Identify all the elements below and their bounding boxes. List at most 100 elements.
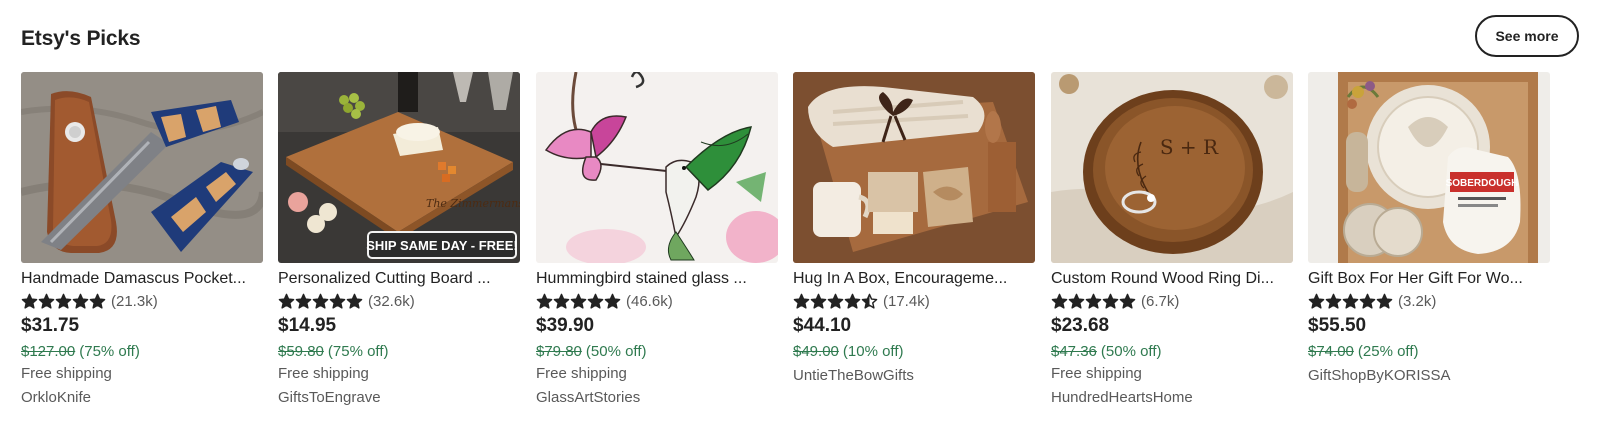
- gift-box-sourdough-image[interactable]: SOBERDOUGH: [1308, 72, 1550, 263]
- shop-name[interactable]: UntieTheBowGifts: [793, 366, 914, 386]
- discount-label: (50% off): [1100, 343, 1162, 360]
- sale-price: $23.68: [1051, 315, 1110, 336]
- review-count: (17.4k): [883, 292, 930, 310]
- shipping-label: Free shipping: [536, 365, 627, 382]
- star-full-icon: [827, 293, 844, 309]
- hummingbird-suncatcher-image[interactable]: [536, 72, 778, 263]
- product-title[interactable]: Hummingbird stained glass ...: [536, 269, 778, 289]
- star-rating: [536, 293, 621, 310]
- star-full-icon: [1068, 293, 1085, 309]
- shop-name[interactable]: GiftsToEngrave: [278, 388, 381, 408]
- original-price-row: $127.00 (75% off): [21, 342, 140, 362]
- star-full-icon: [1085, 293, 1102, 309]
- star-full-icon: [1376, 293, 1393, 309]
- discount-label: (25% off): [1357, 343, 1419, 360]
- product-grid: Handmade Damascus Pocket... (21.3k) $31.…: [21, 72, 1579, 412]
- product-title[interactable]: Personalized Cutting Board ...: [278, 269, 520, 289]
- star-full-icon: [536, 293, 553, 309]
- original-price: $49.00: [793, 343, 839, 360]
- ship-same-day-badge: SHIP SAME DAY - FREE!: [366, 238, 517, 253]
- star-full-icon: [72, 293, 89, 309]
- star-full-icon: [21, 293, 38, 309]
- star-rating: [1051, 293, 1136, 310]
- star-full-icon: [295, 293, 312, 309]
- product-title[interactable]: Custom Round Wood Ring Di...: [1051, 269, 1293, 289]
- see-more-button[interactable]: See more: [1475, 15, 1579, 57]
- star-full-icon: [1051, 293, 1068, 309]
- product-card[interactable]: S + R Custom Round Wood Ring Di... (6.7k…: [1051, 72, 1293, 412]
- discount-label: (75% off): [79, 343, 140, 360]
- review-count: (32.6k): [368, 292, 415, 310]
- original-price: $47.36: [1051, 343, 1097, 360]
- engraving-text: S + R: [1160, 135, 1219, 159]
- review-count: (21.3k): [111, 292, 158, 310]
- star-full-icon: [1119, 293, 1136, 309]
- product-label-text: SOBERDOUGH: [1446, 178, 1519, 189]
- shop-name[interactable]: HundredHeartsHome: [1051, 388, 1193, 408]
- product-rating: (21.3k): [21, 291, 158, 311]
- original-price: $74.00: [1308, 343, 1354, 360]
- ring-dish-image[interactable]: S + R: [1051, 72, 1293, 263]
- original-price: $79.80: [536, 343, 582, 360]
- shipping-label: Free shipping: [21, 365, 112, 382]
- star-full-icon: [1325, 293, 1342, 309]
- shop-name[interactable]: OrkloKnife: [21, 388, 91, 408]
- product-card[interactable]: Hummingbird stained glass ... (46.6k) $3…: [536, 72, 778, 412]
- star-full-icon: [346, 293, 363, 309]
- original-price-row: $74.00 (25% off): [1308, 342, 1418, 362]
- product-rating: (32.6k): [278, 291, 415, 311]
- product-rating: (46.6k): [536, 291, 673, 311]
- sale-price: $44.10: [793, 315, 852, 336]
- cutting-board-image[interactable]: The Zimmermans SHIP SAME DAY - FREE!: [278, 72, 520, 263]
- star-full-icon: [587, 293, 604, 309]
- engraving-text: The Zimmermans: [426, 197, 520, 210]
- section-title: Etsy's Picks: [21, 27, 141, 50]
- review-count: (3.2k): [1398, 292, 1437, 310]
- review-count: (46.6k): [626, 292, 673, 310]
- product-title[interactable]: Handmade Damascus Pocket...: [21, 269, 263, 289]
- star-rating: [793, 293, 878, 310]
- star-half-icon: [861, 293, 878, 309]
- original-price-row: $59.80 (75% off): [278, 342, 388, 362]
- star-rating: [21, 293, 106, 310]
- original-price-row: $49.00 (10% off): [793, 342, 903, 362]
- star-full-icon: [1102, 293, 1119, 309]
- sale-price: $55.50: [1308, 315, 1367, 336]
- star-full-icon: [312, 293, 329, 309]
- original-price: $59.80: [278, 343, 324, 360]
- discount-label: (50% off): [585, 343, 647, 360]
- original-price-row: $47.36 (50% off): [1051, 342, 1161, 362]
- product-card[interactable]: Handmade Damascus Pocket... (21.3k) $31.…: [21, 72, 263, 412]
- shop-name[interactable]: GiftShopByKORISSA: [1308, 366, 1451, 386]
- shop-name[interactable]: GlassArtStories: [536, 388, 640, 408]
- product-rating: (17.4k): [793, 291, 930, 311]
- product-rating: (6.7k): [1051, 291, 1179, 311]
- star-full-icon: [844, 293, 861, 309]
- star-full-icon: [553, 293, 570, 309]
- product-rating: (3.2k): [1308, 291, 1436, 311]
- star-full-icon: [55, 293, 72, 309]
- shipping-label: Free shipping: [1051, 365, 1142, 382]
- star-full-icon: [1342, 293, 1359, 309]
- gift-box-image[interactable]: [793, 72, 1035, 263]
- original-price: $127.00: [21, 343, 76, 360]
- shipping-label: Free shipping: [278, 365, 369, 382]
- original-price-row: $79.80 (50% off): [536, 342, 646, 362]
- product-card[interactable]: The Zimmermans SHIP SAME DAY - FREE! Per…: [278, 72, 520, 412]
- star-full-icon: [89, 293, 106, 309]
- star-full-icon: [570, 293, 587, 309]
- product-card[interactable]: SOBERDOUGH Gift Box For Her Gift For Wo.…: [1308, 72, 1550, 412]
- product-title[interactable]: Gift Box For Her Gift For Wo...: [1308, 269, 1550, 289]
- star-full-icon: [1308, 293, 1325, 309]
- star-rating: [278, 293, 363, 310]
- sale-price: $14.95: [278, 315, 337, 336]
- product-card[interactable]: Hug In A Box, Encourageme... (17.4k) $44…: [793, 72, 1035, 412]
- discount-label: (75% off): [327, 343, 389, 360]
- star-rating: [1308, 293, 1393, 310]
- star-full-icon: [604, 293, 621, 309]
- star-full-icon: [1359, 293, 1376, 309]
- star-full-icon: [38, 293, 55, 309]
- product-title[interactable]: Hug In A Box, Encourageme...: [793, 269, 1035, 289]
- folding-knife-image[interactable]: [21, 72, 263, 263]
- sale-price: $39.90: [536, 315, 595, 336]
